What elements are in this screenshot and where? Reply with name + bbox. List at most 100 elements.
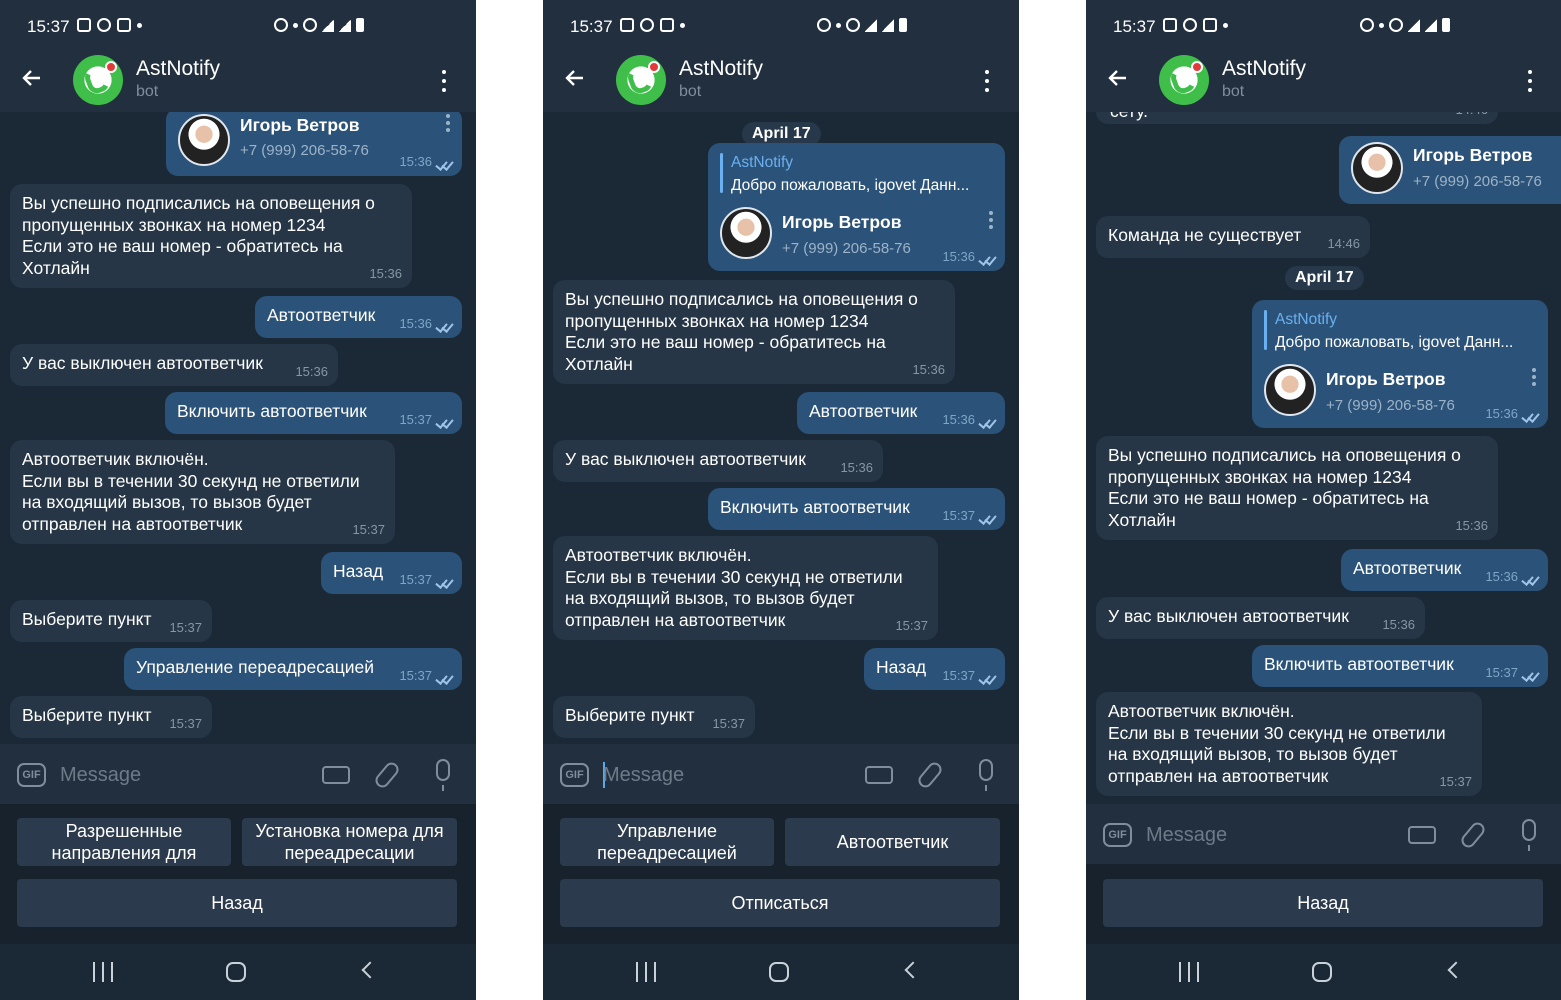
gif-button[interactable]: GIF (1103, 823, 1132, 847)
message-list: April 17 AstNotify Добро пожаловать, igo… (543, 112, 1019, 744)
reply-contact-message[interactable]: AstNotify Добро пожаловать, igovet Данн.… (708, 143, 1005, 271)
system-navbar (0, 944, 476, 1000)
gallery-icon (77, 18, 91, 32)
recent-apps-icon[interactable] (93, 962, 113, 982)
back-button[interactable]: Назад (1103, 879, 1543, 927)
alarm-icon (817, 18, 831, 32)
attach-icon[interactable] (915, 759, 945, 791)
dot-icon (680, 22, 685, 28)
gif-button[interactable]: GIF (560, 763, 589, 787)
status-bar: 15:37 (1086, 0, 1561, 48)
more-menu-icon[interactable] (983, 70, 991, 92)
reply-contact-message[interactable]: AstNotify Добро пожаловать, igovet Данн.… (1252, 300, 1548, 428)
contact-menu-icon[interactable] (989, 211, 993, 229)
autoresponder-button[interactable]: Автоответчик (785, 818, 1000, 866)
reply-sender: AstNotify (731, 154, 794, 171)
chat-header: AstNotify bot (1086, 48, 1561, 112)
battery-icon (356, 18, 364, 32)
back-arrow-icon[interactable] (563, 66, 587, 90)
autoresponder-message: Автоответчик 15:36 (1341, 549, 1548, 591)
microphone-icon[interactable] (979, 759, 993, 791)
contact-avatar (720, 207, 772, 259)
contact-message[interactable]: Игорь Ветров +7 (999) 206-58-76 15:36 (166, 112, 462, 176)
read-ticks-icon (979, 674, 997, 684)
attach-icon[interactable] (372, 759, 402, 791)
back-button[interactable]: Назад (17, 879, 457, 927)
keyboard-icon[interactable] (1408, 826, 1436, 844)
attach-icon[interactable] (1458, 819, 1488, 851)
set-forward-number-button[interactable]: Установка номера для переадресации (242, 818, 457, 866)
bot-keyboard: Разрешенные направления для Установка но… (0, 804, 476, 944)
message-input-bar: GIF Message (0, 744, 476, 804)
autoresponder-off-message: У вас выключен автоответчик 15:36 (553, 440, 883, 482)
system-back-icon[interactable] (1447, 961, 1465, 979)
autoresponder-on-message: Автоответчик включён. Если вы в течении … (1096, 692, 1482, 796)
read-ticks-icon (979, 418, 997, 428)
message-list: Игорь Ветров +7 (999) 206-58-76 15:36 Вы… (0, 112, 476, 744)
system-back-icon[interactable] (361, 961, 379, 979)
allowed-directions-button[interactable]: Разрешенные направления для (17, 818, 231, 866)
more-menu-icon[interactable] (1526, 70, 1534, 92)
phone-screen-middle: 15:37 AstNotify bot April 17 AstNotify Д… (543, 0, 1019, 1000)
contact-name: Игорь Ветров (782, 212, 902, 232)
home-icon[interactable] (1312, 962, 1332, 982)
bot-avatar[interactable] (616, 55, 666, 105)
signal-icon (1425, 18, 1437, 32)
contact-menu-icon[interactable] (446, 114, 450, 132)
contact-message[interactable]: Игорь Ветров +7 (999) 206-58-76 14:46 (1339, 136, 1561, 204)
gallery-icon (1203, 18, 1217, 32)
unsubscribe-button[interactable]: Отписаться (560, 879, 1000, 927)
home-icon[interactable] (769, 962, 789, 982)
choose-item-message: Выберите пункт 15:37 (10, 600, 212, 642)
microphone-icon[interactable] (1522, 819, 1536, 851)
contact-avatar (1264, 364, 1316, 416)
back-arrow-icon[interactable] (20, 66, 44, 90)
message-input[interactable]: Message (603, 764, 684, 787)
alarm-icon (1360, 18, 1374, 32)
message-list: сету. 14:46 Игорь Ветров +7 (999) 206-58… (1086, 112, 1561, 804)
gallery-icon (1163, 18, 1177, 32)
signal-icon (865, 18, 877, 32)
bluetooth-icon (293, 22, 298, 28)
message-input[interactable]: Message (60, 764, 141, 787)
contact-phone: +7 (999) 206-58-76 (782, 240, 911, 257)
subscribed-message: Вы успешно подписались на оповещения о п… (1096, 436, 1498, 540)
message-input[interactable]: Message (1146, 824, 1227, 847)
manage-forwarding-button[interactable]: Управление переадресацией (560, 818, 774, 866)
system-back-icon[interactable] (904, 961, 922, 979)
system-icons (817, 18, 907, 32)
keyboard-icon[interactable] (865, 766, 893, 784)
gif-button[interactable]: GIF (17, 763, 46, 787)
contact-menu-icon[interactable] (1532, 368, 1536, 386)
status-time: 15:37 (1113, 17, 1156, 36)
subscribed-message: Вы успешно подписались на оповещения о п… (553, 280, 955, 384)
recent-apps-icon[interactable] (636, 962, 656, 982)
recent-apps-icon[interactable] (1179, 962, 1199, 982)
dot-icon (137, 22, 142, 28)
chat-title[interactable]: AstNotify (679, 57, 763, 81)
more-menu-icon[interactable] (440, 70, 448, 92)
keyboard-icon[interactable] (322, 766, 350, 784)
back-arrow-icon[interactable] (1106, 66, 1130, 90)
reply-preview: Добро пожаловать, igovet Данн... (1275, 334, 1514, 351)
read-ticks-icon (1522, 671, 1540, 681)
notification-icons (620, 18, 685, 32)
phone-screen-right: 15:37 AstNotify bot сету. 14:46 И (1086, 0, 1561, 1000)
contact-name: Игорь Ветров (1326, 369, 1446, 389)
contact-avatar (178, 114, 230, 166)
phone-screen-left: 15:37 AstNotify bot Игорь Ветров +7 (999… (0, 0, 476, 1000)
read-ticks-icon (1522, 412, 1540, 422)
chat-subtitle: bot (136, 83, 159, 100)
microphone-icon[interactable] (436, 759, 450, 791)
contact-phone: +7 (999) 206-58-76 (240, 142, 369, 159)
autoresponder-off-message: У вас выключен автоответчик 15:36 (10, 344, 338, 386)
chat-title[interactable]: AstNotify (136, 57, 220, 81)
bot-avatar[interactable] (1159, 55, 1209, 105)
contact-phone: +7 (999) 206-58-76 (1413, 173, 1542, 190)
whatsapp-icon (1183, 18, 1197, 32)
reply-indicator (720, 153, 723, 193)
chat-title[interactable]: AstNotify (1222, 57, 1306, 81)
read-ticks-icon (436, 322, 454, 332)
home-icon[interactable] (226, 962, 246, 982)
bot-avatar[interactable] (73, 55, 123, 105)
